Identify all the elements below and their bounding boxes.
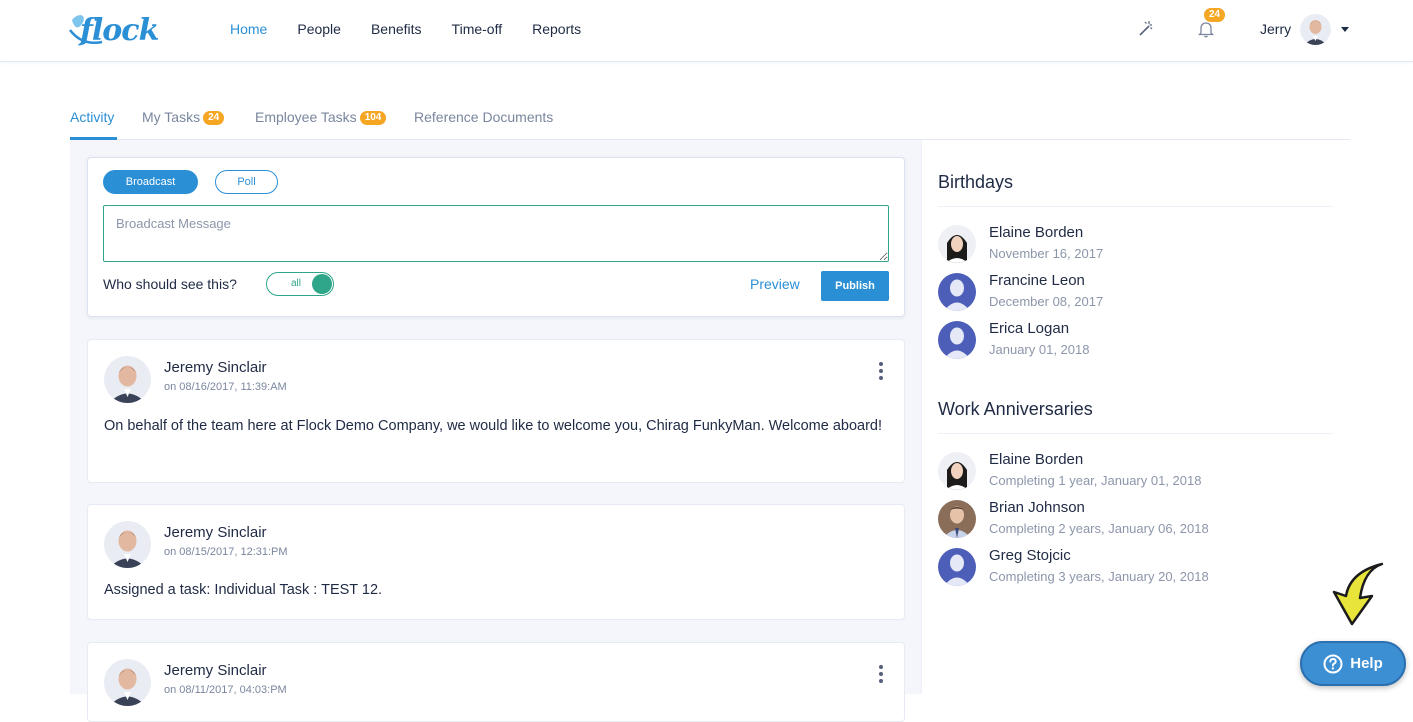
post-author[interactable]: Jeremy Sinclair: [164, 662, 267, 679]
post-author-avatar-image: [104, 659, 151, 706]
logo-text: flock: [80, 13, 159, 48]
section-divider: [938, 206, 1333, 207]
person-avatar: [938, 548, 976, 586]
feed-post: Jeremy Sinclair on 08/11/2017, 04:03:PM: [87, 642, 905, 722]
tab-my-tasks-label: My Tasks: [142, 109, 201, 125]
birthday-date: January 01, 2018: [989, 342, 1090, 357]
more-options-icon[interactable]: [878, 665, 884, 685]
audience-label: Who should see this?: [103, 276, 237, 292]
birthdays-title: Birthdays: [938, 172, 1014, 192]
user-avatar[interactable]: [1300, 14, 1331, 45]
post-author-avatar-image: [104, 356, 151, 403]
person-avatar: [938, 321, 976, 359]
tab-employee-tasks-label: Employee Tasks: [255, 109, 357, 125]
help-button[interactable]: Help: [1300, 641, 1406, 686]
person-avatar: [938, 273, 976, 311]
person-avatar: [938, 225, 976, 263]
birthday-item[interactable]: Erica Logan January 01, 2018: [938, 320, 1338, 364]
toggle-knob: [312, 274, 332, 294]
birthday-item[interactable]: Francine Leon December 08, 2017: [938, 272, 1338, 316]
sidebar-divider: [921, 140, 922, 694]
flock-logo[interactable]: flock: [68, 10, 159, 52]
arrow-down-icon: [1332, 562, 1384, 626]
person-name: Greg Stojcic: [989, 547, 1071, 564]
post-timestamp: on 08/15/2017, 12:31:PM: [164, 546, 288, 558]
birthday-date: November 16, 2017: [989, 246, 1104, 261]
tab-my-tasks[interactable]: My Tasks 24: [142, 109, 225, 125]
post-body: On behalf of the team here at Flock Demo…: [104, 418, 882, 434]
default-avatar-icon: [938, 273, 976, 311]
main-nav: Home People Benefits Time-off Reports: [230, 21, 611, 37]
notification-count-badge: 24: [1204, 8, 1226, 22]
broadcast-button[interactable]: Broadcast: [103, 170, 198, 194]
anniversary-detail: Completing 1 year, January 01, 2018: [989, 473, 1202, 488]
nav-time-off[interactable]: Time-off: [452, 21, 503, 37]
tab-activity-label: Activity: [70, 109, 115, 125]
question-mark-icon: [1323, 654, 1343, 673]
help-label: Help: [1350, 655, 1383, 672]
post-author[interactable]: Jeremy Sinclair: [164, 359, 267, 376]
person-name: Francine Leon: [989, 272, 1085, 289]
person-name: Elaine Borden: [989, 224, 1084, 241]
post-author-avatar[interactable]: [104, 659, 151, 706]
post-author[interactable]: Jeremy Sinclair: [164, 524, 267, 541]
nav-benefits[interactable]: Benefits: [371, 21, 422, 37]
default-avatar-icon: [938, 548, 976, 586]
feed-post: Jeremy Sinclair on 08/15/2017, 12:31:PM …: [87, 504, 905, 620]
anniversary-item[interactable]: Brian Johnson Completing 2 years, Januar…: [938, 499, 1338, 543]
person-name: Erica Logan: [989, 320, 1070, 337]
nav-people[interactable]: People: [297, 21, 341, 37]
poll-button[interactable]: Poll: [215, 170, 278, 194]
person-avatar: [938, 500, 976, 538]
section-divider: [938, 433, 1333, 434]
feed-post: Jeremy Sinclair on 08/16/2017, 11:39:AM …: [87, 339, 905, 483]
preview-link[interactable]: Preview: [750, 276, 800, 292]
tab-activity[interactable]: Activity: [70, 109, 114, 125]
nav-home[interactable]: Home: [230, 21, 267, 37]
default-avatar-icon: [938, 321, 976, 359]
person-name: Elaine Borden: [989, 451, 1084, 468]
more-options-icon[interactable]: [878, 362, 884, 382]
post-author-avatar[interactable]: [104, 521, 151, 568]
anniversary-detail: Completing 3 years, January 20, 2018: [989, 569, 1209, 584]
top-navigation-bar: flock Home People Benefits Time-off Repo…: [0, 0, 1413, 62]
employee-tasks-badge: 104: [359, 111, 387, 125]
audience-toggle[interactable]: all: [266, 272, 334, 296]
person-avatar: [938, 452, 976, 490]
post-author-avatar-image: [104, 521, 151, 568]
chevron-down-icon[interactable]: [1341, 27, 1349, 32]
person-name: Brian Johnson: [989, 499, 1085, 516]
post-author-avatar[interactable]: [104, 356, 151, 403]
my-tasks-badge: 24: [203, 111, 225, 125]
post-body: Assigned a task: Individual Task : TEST …: [104, 582, 383, 598]
person-photo: [938, 452, 976, 490]
anniversary-detail: Completing 2 years, January 06, 2018: [989, 521, 1209, 536]
notification-bell-icon[interactable]: [1197, 20, 1215, 38]
activity-tabs: Activity My Tasks 24 Employee Tasks 104 Re…: [70, 100, 1350, 140]
anniversary-item[interactable]: Greg Stojcic Completing 3 years, January…: [938, 547, 1338, 591]
person-photo: [938, 225, 976, 263]
magic-wand-icon[interactable]: [1136, 20, 1154, 38]
broadcast-composer: Broadcast Poll Who should see this? all …: [87, 157, 905, 317]
work-anniversaries-title: Work Anniversaries: [938, 399, 1093, 419]
person-photo: [938, 500, 976, 538]
nav-reports[interactable]: Reports: [532, 21, 581, 37]
broadcast-message-input[interactable]: [103, 205, 889, 262]
tab-employee-tasks[interactable]: Employee Tasks 104: [255, 109, 387, 125]
publish-button[interactable]: Publish: [821, 271, 889, 301]
tab-reference-documents[interactable]: Reference Documents: [414, 109, 553, 125]
post-timestamp: on 08/16/2017, 11:39:AM: [164, 381, 287, 393]
post-timestamp: on 08/11/2017, 04:03:PM: [164, 684, 287, 696]
user-name[interactable]: Jerry: [1260, 21, 1291, 37]
user-avatar-image: [1300, 14, 1331, 45]
birthday-date: December 08, 2017: [989, 294, 1104, 309]
tab-reference-documents-label: Reference Documents: [414, 109, 554, 125]
anniversary-item[interactable]: Elaine Borden Completing 1 year, January…: [938, 451, 1338, 495]
audience-toggle-value: all: [291, 278, 302, 289]
birthday-item[interactable]: Elaine Borden November 16, 2017: [938, 224, 1338, 268]
